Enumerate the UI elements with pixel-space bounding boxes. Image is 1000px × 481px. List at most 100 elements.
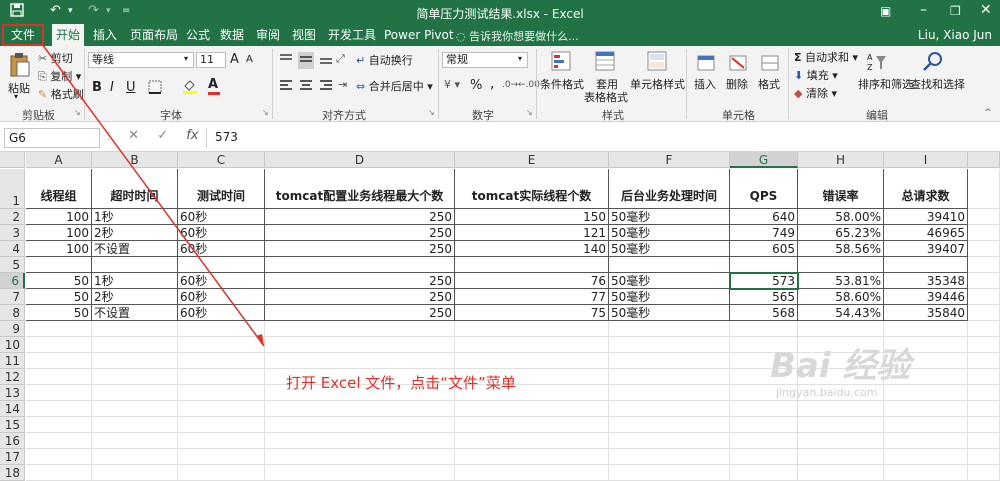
table-cell[interactable]: 60秒	[178, 209, 265, 225]
table-cell[interactable]: 35348	[884, 273, 968, 289]
row-header-9[interactable]: 9	[0, 321, 25, 337]
format-as-table-label-2[interactable]: 表格格式	[584, 89, 628, 105]
table-cell[interactable]: 140	[455, 241, 609, 257]
find-select-icon[interactable]	[922, 50, 944, 75]
number-launcher-icon[interactable]: ↘	[526, 108, 533, 117]
align-middle-icon[interactable]	[298, 52, 314, 69]
table-cell[interactable]: 58.56%	[798, 241, 884, 257]
empty-cell[interactable]	[798, 401, 884, 417]
empty-cell[interactable]	[455, 401, 609, 417]
empty-cell[interactable]	[455, 433, 609, 449]
font-name-select[interactable]: 等线	[88, 52, 194, 68]
empty-cell[interactable]	[265, 433, 455, 449]
table-cell[interactable]: 50毫秒	[609, 305, 730, 321]
cut-button[interactable]: ✂ 剪切	[38, 50, 73, 66]
formula-input[interactable]: 573	[206, 128, 996, 148]
table-cell[interactable]: 1秒	[92, 209, 178, 225]
underline-button[interactable]: U	[126, 80, 136, 95]
empty-cell[interactable]	[968, 241, 1000, 257]
format-painter-button[interactable]: ✎ 格式刷	[38, 86, 84, 102]
insert-cells-icon[interactable]	[696, 52, 716, 75]
empty-cell[interactable]	[968, 401, 1000, 417]
paste-dropdown-icon[interactable]: ▾	[14, 92, 18, 101]
fill-button[interactable]: ⬇ 填充 ▾	[794, 67, 838, 83]
empty-cell[interactable]	[968, 169, 1000, 209]
table-cell[interactable]: 50毫秒	[609, 289, 730, 305]
empty-cell[interactable]	[609, 385, 730, 401]
empty-cell[interactable]	[609, 401, 730, 417]
empty-cell[interactable]	[26, 337, 92, 353]
select-all-corner[interactable]	[0, 152, 25, 168]
table-cell[interactable]	[26, 257, 92, 273]
empty-cell[interactable]	[265, 465, 455, 481]
empty-cell[interactable]	[968, 417, 1000, 433]
table-cell[interactable]	[609, 257, 730, 273]
column-header-a[interactable]: A	[26, 152, 92, 168]
orientation-icon[interactable]: ⤢	[336, 52, 345, 66]
empty-cell[interactable]	[26, 369, 92, 385]
table-cell[interactable]: 65.23%	[798, 225, 884, 241]
currency-icon[interactable]: ¥ ▾	[444, 78, 460, 91]
tab-page-layout[interactable]: 页面布局	[126, 24, 182, 46]
empty-cell[interactable]	[26, 433, 92, 449]
tab-review[interactable]: 审阅	[252, 24, 284, 46]
align-top-icon[interactable]	[278, 52, 294, 69]
row-header-6[interactable]: 6	[0, 273, 25, 289]
table-cell[interactable]	[265, 257, 455, 273]
fill-color-icon[interactable]	[182, 78, 198, 97]
empty-cell[interactable]	[968, 465, 1000, 481]
empty-cell[interactable]	[609, 449, 730, 465]
empty-cell[interactable]	[609, 337, 730, 353]
number-format-dropdown-icon[interactable]: ▾	[518, 54, 522, 63]
empty-cell[interactable]	[265, 353, 455, 369]
empty-cell[interactable]	[92, 321, 178, 337]
empty-cell[interactable]	[455, 417, 609, 433]
header-cell[interactable]: QPS	[730, 169, 798, 209]
empty-cell[interactable]	[968, 305, 1000, 321]
empty-cell[interactable]	[968, 289, 1000, 305]
empty-cell[interactable]	[884, 465, 968, 481]
empty-cell[interactable]	[609, 417, 730, 433]
table-cell[interactable]	[178, 257, 265, 273]
tab-developer[interactable]: 开发工具	[324, 24, 380, 46]
table-cell[interactable]: 1秒	[92, 273, 178, 289]
restore-icon[interactable]: ❐	[950, 4, 961, 18]
empty-cell[interactable]	[730, 433, 798, 449]
header-cell[interactable]: tomcat配置业务线程最大个数	[265, 169, 455, 209]
empty-cell[interactable]	[178, 337, 265, 353]
collapse-ribbon-icon[interactable]: ^	[984, 108, 992, 118]
name-box[interactable]: G6	[4, 128, 100, 148]
row-header-12[interactable]: 12	[0, 369, 25, 385]
empty-cell[interactable]	[178, 465, 265, 481]
align-right-icon[interactable]	[318, 78, 334, 95]
empty-cell[interactable]	[730, 417, 798, 433]
empty-cell[interactable]	[609, 465, 730, 481]
enter-icon[interactable]: ✓	[157, 128, 168, 143]
sort-filter-icon[interactable]: AZ	[866, 50, 888, 75]
table-cell[interactable]	[455, 257, 609, 273]
clear-button[interactable]: ◆ 清除 ▾	[794, 85, 837, 101]
table-cell[interactable]: 250	[265, 289, 455, 305]
empty-cell[interactable]	[798, 465, 884, 481]
empty-cell[interactable]	[798, 321, 884, 337]
empty-cell[interactable]	[92, 449, 178, 465]
bold-button[interactable]: B	[92, 80, 102, 95]
empty-cell[interactable]	[884, 385, 968, 401]
column-header-g[interactable]: G	[730, 152, 798, 168]
empty-cell[interactable]	[92, 337, 178, 353]
empty-cell[interactable]	[26, 353, 92, 369]
empty-cell[interactable]	[609, 369, 730, 385]
indent-icon[interactable]: ⇥	[338, 78, 347, 91]
empty-cell[interactable]	[92, 465, 178, 481]
table-cell[interactable]: 50	[26, 305, 92, 321]
tab-data[interactable]: 数据	[216, 24, 248, 46]
insert-function-button[interactable]: fx	[186, 128, 198, 143]
cancel-icon[interactable]: ✕	[128, 128, 139, 143]
table-cell[interactable]: 54.43%	[798, 305, 884, 321]
align-left-icon[interactable]	[278, 78, 294, 95]
table-cell[interactable]: 50毫秒	[609, 241, 730, 257]
wrap-text-button[interactable]: ↵ 自动换行	[356, 52, 413, 68]
empty-cell[interactable]	[609, 433, 730, 449]
delete-cells-button[interactable]: 删除	[726, 76, 748, 92]
empty-cell[interactable]	[26, 449, 92, 465]
